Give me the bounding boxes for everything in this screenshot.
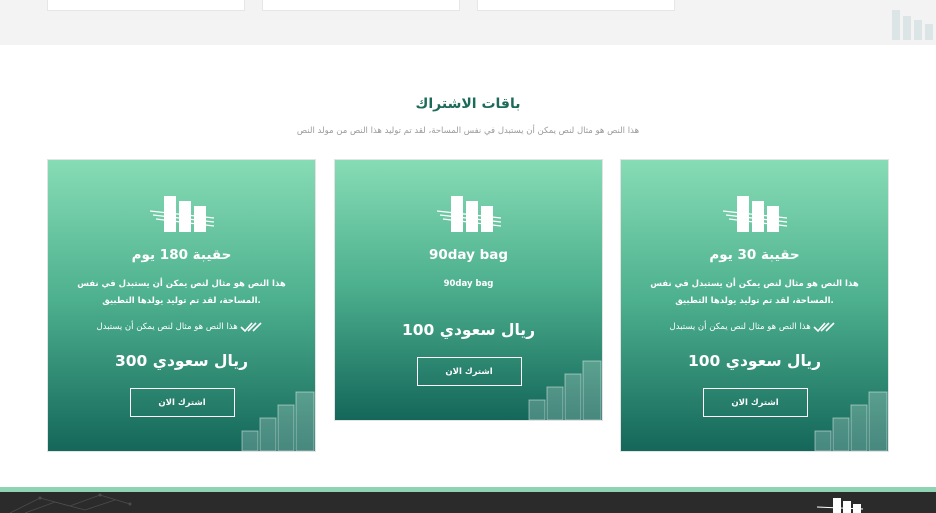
plan-card-90-days: 90day bag 90day bag 100 ريال سعودي اشترك…	[334, 159, 603, 421]
plan-feature-text: هذا النص هو مثال لنص يمكن أن يستبدل	[96, 322, 238, 332]
plan-feature-text: هذا النص هو مثال لنص يمكن أن يستبدل	[669, 322, 811, 332]
plan-price: 100 ريال سعودي	[687, 352, 822, 370]
network-pattern-icon	[9, 493, 132, 513]
subscribe-button[interactable]: اشترك الان	[702, 388, 808, 417]
previous-section-band	[0, 0, 936, 45]
plan-title: حقيبة 180 يوم	[131, 247, 232, 263]
plan-price: 100 ريال سعودي	[401, 321, 536, 339]
plan-feature: هذا النص هو مثال لنص يمكن أن يستبدل	[621, 321, 888, 333]
plan-feature: هذا النص هو مثال لنص يمكن أن يستبدل	[48, 321, 315, 333]
bars-logo-icon	[722, 196, 787, 232]
double-check-icon	[240, 322, 263, 333]
bars-decoration-icon	[814, 391, 888, 451]
plan-title: حقيبة 30 يوم	[709, 247, 800, 263]
plan-card-180-days: حقيبة 180 يوم هذا النص هو مثال لنص يمكن …	[47, 159, 316, 452]
plan-description: هذا النص هو مثال لنص يمكن أن يستبدل في ن…	[77, 279, 286, 306]
double-check-icon	[813, 322, 836, 333]
bars-decoration-icon	[892, 10, 933, 40]
section-subtitle: هذا النص هو مثال لنص يمكن أن يستبدل في ن…	[296, 126, 640, 136]
previous-card	[47, 0, 245, 11]
bars-logo-icon	[436, 196, 501, 232]
plan-card-30-days: حقيبة 30 يوم هذا النص هو مثال لنص يمكن أ…	[620, 159, 889, 452]
section-title: باقات الاشتراك	[415, 96, 521, 112]
bars-decoration-icon	[528, 360, 602, 420]
subscribe-button[interactable]: اشترك الان	[416, 357, 522, 386]
bars-logo-icon	[149, 196, 214, 232]
previous-card	[262, 0, 460, 11]
plan-description: 90day bag	[443, 279, 494, 289]
bars-decoration-icon	[241, 391, 315, 451]
plan-description: هذا النص هو مثال لنص يمكن أن يستبدل في ن…	[650, 279, 859, 306]
plan-title: 90day bag	[428, 247, 509, 263]
plan-price: 300 ريال سعودي	[114, 352, 249, 370]
previous-card	[477, 0, 675, 11]
footer	[0, 492, 936, 513]
subscribe-button[interactable]: اشترك الان	[129, 388, 235, 417]
logo-icon	[816, 498, 864, 513]
